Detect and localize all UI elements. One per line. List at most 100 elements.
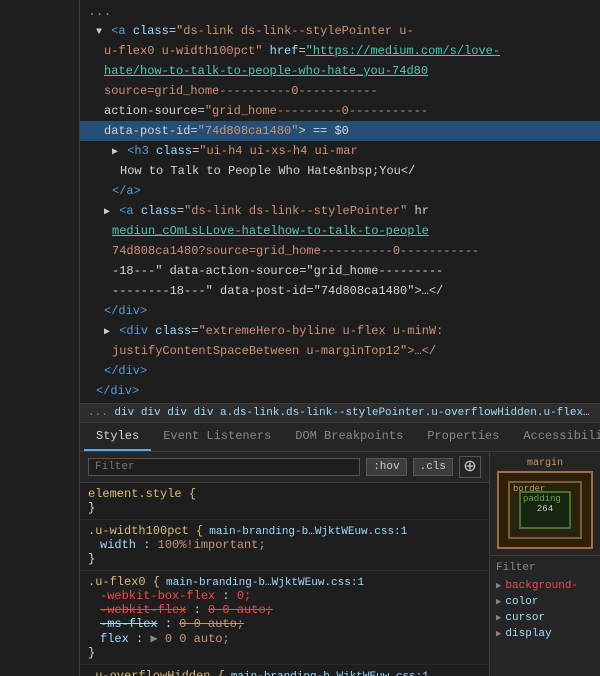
css-property-flex: flex : ▶ 0 0 auto; xyxy=(88,631,481,646)
prop-value: 0; xyxy=(237,589,251,603)
expand-arrow[interactable]: ▶ xyxy=(112,147,118,158)
selector-text: .u-width100pct { xyxy=(88,524,203,538)
tree-line: ▼ <a class="ds-link ds-link--stylePointe… xyxy=(80,21,600,41)
filter-bar: :hov .cls ⊕ xyxy=(80,452,489,483)
cls-button[interactable]: .cls xyxy=(413,458,453,476)
box-border: border padding 264 xyxy=(508,481,582,539)
tab-properties[interactable]: Properties xyxy=(415,423,511,451)
tree-line: source=grid_home----------0----------- xyxy=(80,81,600,101)
css-close-brace: } xyxy=(88,501,481,515)
selector-text: .u-flex0 { xyxy=(88,575,160,589)
text-content: data-post-id= xyxy=(104,124,198,138)
attr-value-link2[interactable]: hate/how-to-talk-to-people-who-hate_you-… xyxy=(104,64,428,78)
breadcrumb-div1[interactable]: div xyxy=(114,407,140,419)
tree-line: justifyContentSpaceBetween u-marginTop12… xyxy=(80,341,600,361)
filter-item-label: display xyxy=(505,628,551,640)
css-rule-element-style: element.style { } xyxy=(80,483,489,520)
tree-line: u-flex0 u-width100pct" href="https://med… xyxy=(80,41,600,61)
left-gutter xyxy=(0,0,80,676)
tree-line: </div> xyxy=(80,381,600,401)
colon: : xyxy=(165,617,179,631)
css-property-ms-flex: -ms-flex : 0 0 auto; xyxy=(88,617,481,631)
tab-dom-breakpoints[interactable]: DOM Breakpoints xyxy=(283,423,415,451)
tree-line: </div> xyxy=(80,301,600,321)
tree-line: ▶ <div class="extremeHero-byline u-flex … xyxy=(80,321,600,341)
text-content: How to Talk to People Who Hate&nbsp;You<… xyxy=(120,164,415,178)
arrow-btn[interactable]: ▶ xyxy=(150,632,157,646)
filter-item-color[interactable]: ▶ color xyxy=(496,594,594,610)
main-content: ... ▼ <a class="ds-link ds-link--stylePo… xyxy=(80,0,600,676)
filter-item-label: cursor xyxy=(505,612,545,624)
filter-item-display[interactable]: ▶ display xyxy=(496,626,594,642)
expand-arrow[interactable]: ▶ xyxy=(104,327,110,338)
box-model-diagram: border padding 264 xyxy=(494,471,596,549)
text-content: action-source= xyxy=(104,104,205,118)
css-property-webkit-flex: -webkit-flex : 0 0 auto; xyxy=(88,603,481,617)
source-link[interactable]: main-branding-b…WjktWEuw.css:1 xyxy=(209,526,407,538)
triangle-icon: ▶ xyxy=(496,629,501,639)
selector-text: element.style { xyxy=(88,487,196,501)
filter-item-cursor[interactable]: ▶ cursor xyxy=(496,610,594,626)
box-model-container: margin border padding 264 xyxy=(490,452,600,556)
breadcrumb-bar: ... div div div div a.ds-link.ds-link--s… xyxy=(80,404,600,423)
triangle-icon: ▶ xyxy=(496,613,501,623)
attr-name: class xyxy=(133,24,169,38)
filter-item-label: color xyxy=(505,596,538,608)
html-tree: ... ▼ <a class="ds-link ds-link--stylePo… xyxy=(80,0,600,404)
breadcrumb-dots[interactable]: ... xyxy=(88,407,114,419)
prop-value: 100%!important; xyxy=(158,538,266,552)
expand-arrow[interactable]: ▼ xyxy=(96,27,102,38)
tree-line: </div> xyxy=(80,361,600,381)
attr-value-link[interactable]: "https://medium.com/s/love- xyxy=(306,44,500,58)
tag-open: <a xyxy=(111,24,133,38)
tree-dots: ... xyxy=(80,2,600,21)
tab-styles[interactable]: Styles xyxy=(84,423,151,451)
hov-button[interactable]: :hov xyxy=(366,458,406,476)
css-rule-u-overflowHidden: .u-overflowHidden { main-branding-b…Wjkt… xyxy=(80,665,489,676)
css-selector: element.style { xyxy=(88,487,481,501)
tabs-bar: Styles Event Listeners DOM Breakpoints P… xyxy=(80,423,600,452)
box-content: 264 xyxy=(537,504,553,516)
tree-line: --------18---" data-post-id="74d808ca148… xyxy=(80,281,600,301)
source-link[interactable]: main-branding-b…WjktWEuw.css:1 xyxy=(166,577,364,589)
filter-item-label: background- xyxy=(505,580,578,592)
filter-panel: Filter ▶ background- ▶ color ▶ cursor xyxy=(490,556,600,676)
attr-value-link3[interactable]: mediun_cOmLsLLove-hatelhow-to-talk-to-pe… xyxy=(112,224,429,238)
tab-accessibility[interactable]: Accessibility xyxy=(511,423,600,451)
css-rule-u-width100pct: .u-width100pct { main-branding-b…WjktWEu… xyxy=(80,520,489,571)
tree-line: hate/how-to-talk-to-people-who-hate_you-… xyxy=(80,61,600,81)
tree-line: -18---" data-action-source="grid_home---… xyxy=(80,261,600,281)
triangle-icon: ▶ xyxy=(496,581,501,591)
filter-input[interactable] xyxy=(88,458,360,476)
colon: : xyxy=(136,632,150,646)
prop-value: 0 0 auto; xyxy=(179,617,244,631)
prop-name: width xyxy=(100,538,136,552)
breadcrumb-div3[interactable]: div xyxy=(167,407,193,419)
box-padding-label: padding xyxy=(523,494,561,504)
css-selector: .u-width100pct { main-branding-b…WjktWEu… xyxy=(88,524,481,538)
css-property-webkit-box-flex: -webkit-box-flex : 0; xyxy=(88,589,481,603)
add-style-button[interactable]: ⊕ xyxy=(459,456,481,478)
css-rule-u-flex0: .u-flex0 { main-branding-b…WjktWEuw.css:… xyxy=(80,571,489,665)
selector-text: .u-overflowHidden { xyxy=(88,669,225,676)
tree-line: ▶ <h3 class="ui-h4 ui-xs-h4 ui-mar xyxy=(80,141,600,161)
tree-line-selected[interactable]: data-post-id="74d808ca1480"> == $0 xyxy=(80,121,600,141)
css-close-brace: } xyxy=(88,552,481,566)
prop-name: -webkit-box-flex xyxy=(100,589,215,603)
prop-value: 0 0 auto; xyxy=(165,632,230,646)
text-content: source=grid_home----------0----------- xyxy=(104,84,378,98)
box-margin: border padding 264 xyxy=(497,471,593,549)
colon: : xyxy=(222,589,236,603)
box-model-margin-label: margin xyxy=(494,458,596,469)
attr-value-cont: u-flex0 u-width100pct" xyxy=(104,44,262,58)
colon: : xyxy=(194,603,208,617)
attr-name: href xyxy=(270,44,299,58)
expand-arrow[interactable]: ▶ xyxy=(104,207,110,218)
breadcrumb-div2[interactable]: div xyxy=(141,407,167,419)
styles-panel: :hov .cls ⊕ element.style { } .u-width10… xyxy=(80,452,600,676)
breadcrumb-link[interactable]: a.ds-link.ds-link--stylePointer.u-overfl… xyxy=(220,407,600,419)
breadcrumb-div4[interactable]: div xyxy=(194,407,220,419)
source-link[interactable]: main-branding-b…WjktWEuw.css:1 xyxy=(231,671,429,676)
tab-event-listeners[interactable]: Event Listeners xyxy=(151,423,283,451)
filter-item-background[interactable]: ▶ background- xyxy=(496,578,594,594)
